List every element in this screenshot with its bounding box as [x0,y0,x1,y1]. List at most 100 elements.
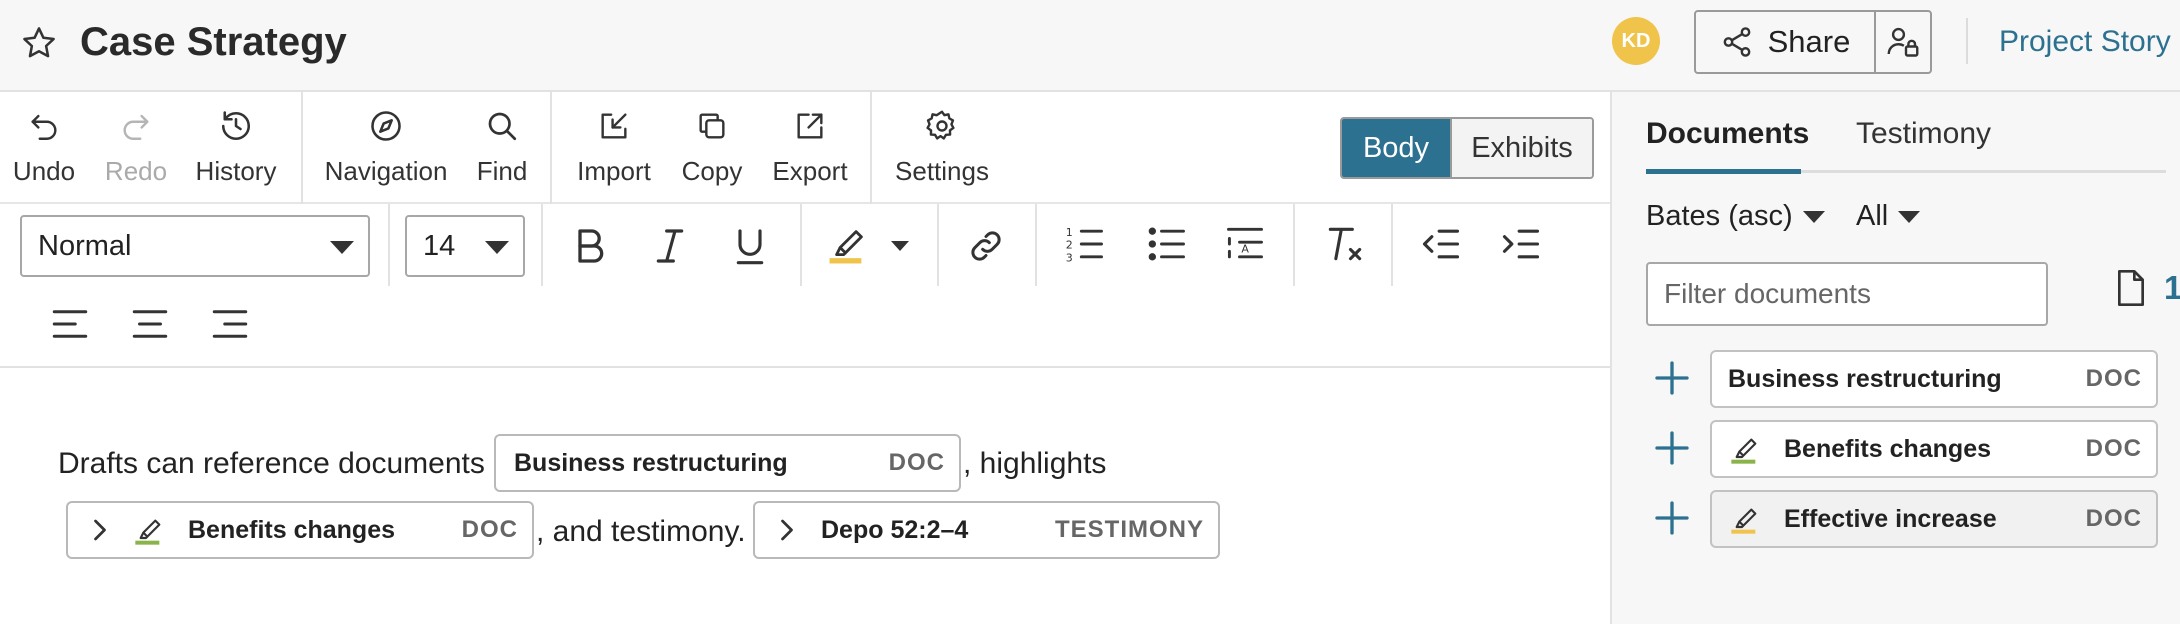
italic-icon[interactable] [648,224,692,268]
document-count-value: 1 [2164,269,2180,306]
chevron-down-icon [330,241,354,254]
copy-icon [695,106,729,146]
tab-exhibits[interactable]: Exhibits [1450,119,1592,177]
editor-text: Drafts can reference documents [58,447,485,480]
bold-icon[interactable] [568,224,612,268]
favorite-star-icon[interactable] [20,24,58,62]
header-divider [1966,18,1968,64]
highlight-reference-chip[interactable]: Benefits changes DOC [66,501,534,559]
toolbar-separator [1391,204,1393,286]
testimony-reference-chip[interactable]: Depo 52:2–4 TESTIMONY [753,501,1220,559]
filter-dropdown[interactable]: All [1856,200,1921,233]
document-list-item[interactable]: Business restructuring DOC [1710,350,2158,408]
history-button[interactable]: History [196,92,276,204]
chip-type: DOC [461,516,518,543]
settings-label: Settings [895,156,989,186]
indent-icon[interactable] [1498,222,1544,266]
document-type: DOC [2085,505,2142,532]
highlighter-icon [1728,503,1764,535]
share-icon [1720,25,1754,59]
share-permissions-button[interactable] [1876,12,1930,72]
toolbar-separator [937,204,939,286]
add-document-button[interactable] [1652,428,1692,468]
active-tab-indicator [1646,169,1801,174]
highlighter-icon [1728,433,1764,465]
document-list-item[interactable]: Benefits changes DOC [1710,420,2158,478]
underline-icon[interactable] [728,224,772,268]
checklist-icon[interactable]: A [1222,222,1268,266]
font-size-select[interactable]: 14 [405,215,525,277]
toolbar-separator [870,92,872,204]
highlight-color-dropdown[interactable] [886,224,914,268]
toolbar-separator [1293,204,1295,286]
share-button-group: Share [1694,10,1932,74]
chip-label: Depo 52:2–4 [821,515,969,544]
copy-button[interactable]: Copy [680,92,744,204]
undo-label: Undo [12,156,76,186]
redo-label: Redo [104,156,168,186]
font-size-value: 14 [423,229,456,262]
bullet-list-icon[interactable] [1144,222,1190,266]
chevron-down-icon [485,241,509,254]
document-type: DOC [2085,365,2142,392]
paragraph-style-value: Normal [38,229,132,262]
highlighter-icon[interactable] [826,222,872,266]
chevron-right-icon [90,518,110,542]
chevron-down-icon [891,241,909,251]
outdent-icon[interactable] [1418,222,1464,266]
document-reference-chip[interactable]: Business restructuring DOC [494,434,961,492]
import-label: Import [577,156,651,186]
avatar[interactable]: KD [1612,17,1660,65]
chip-label: Benefits changes [188,515,396,544]
editor-text: , and testimony. [536,515,746,548]
document-type: DOC [2085,435,2142,462]
editor-body[interactable]: Drafts can reference documents Business … [0,368,1610,624]
document-label: Benefits changes [1784,434,1992,463]
export-button[interactable]: Export [768,92,852,204]
document-label: Business restructuring [1728,364,2002,393]
tab-testimony[interactable]: Testimony [1856,116,1991,152]
link-icon[interactable] [964,224,1008,268]
sort-dropdown[interactable]: Bates (asc) [1646,200,1825,233]
toolbar-separator [388,204,390,286]
add-document-button[interactable] [1652,358,1692,398]
copy-label: Copy [681,156,743,186]
share-button[interactable]: Share [1696,12,1876,72]
toolbar-separator [301,92,303,204]
page-title: Case Strategy [80,20,347,64]
document-list-item[interactable]: Effective increase DOC [1710,490,2158,548]
filter-value: All [1856,200,1889,232]
export-icon [793,106,827,146]
navigation-label: Navigation [324,156,448,186]
tab-documents[interactable]: Documents [1646,116,1809,152]
import-button[interactable]: Import [574,92,654,204]
document-label: Effective increase [1784,504,1997,533]
gear-icon [924,106,960,146]
align-center-icon[interactable] [128,302,172,346]
navigation-button[interactable]: Navigation [324,92,448,204]
header: Case Strategy KD Share Project Story [0,0,2180,92]
toolbar-separator [541,204,543,286]
chevron-down-icon [1898,210,1921,223]
redo-button[interactable]: Redo [98,92,174,204]
undo-button[interactable]: Undo [6,92,82,204]
svg-text:A: A [1241,242,1249,255]
paragraph-style-select[interactable]: Normal [20,215,370,277]
filter-documents-input[interactable] [1646,262,2048,326]
numbered-list-icon[interactable]: 123 [1062,222,1108,266]
settings-button[interactable]: Settings [892,92,992,204]
undo-icon [27,106,61,146]
tab-body[interactable]: Body [1342,119,1450,177]
share-label: Share [1767,24,1851,59]
user-lock-icon [1885,24,1921,60]
align-right-icon[interactable] [208,302,252,346]
main-toolbar: Undo Redo History Navigation Find Import… [0,92,1610,204]
add-document-button[interactable] [1652,498,1692,538]
project-story-link[interactable]: Project Story [1999,24,2171,60]
chevron-right-icon [777,518,797,542]
align-left-icon[interactable] [48,302,92,346]
history-label: History [195,156,277,186]
compass-icon [368,106,404,146]
find-button[interactable]: Find [472,92,532,204]
clear-formatting-icon[interactable] [1322,222,1368,266]
